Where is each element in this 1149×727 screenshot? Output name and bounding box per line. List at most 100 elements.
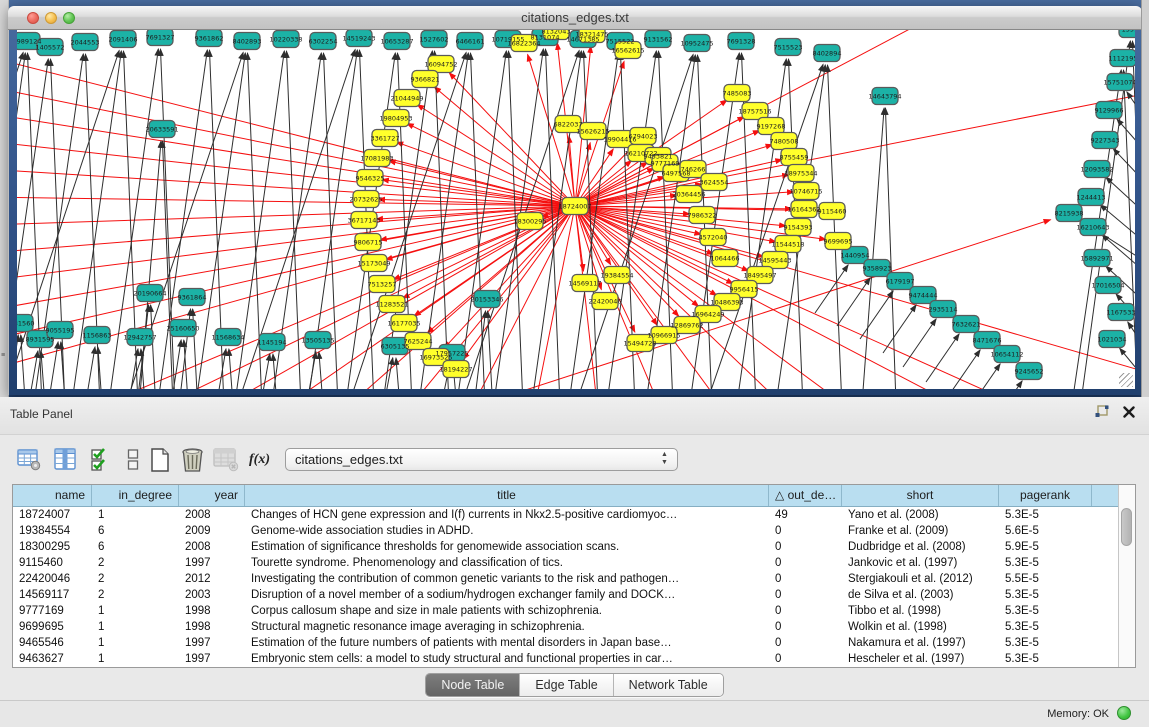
tab-network-table[interactable]: Network Table: [614, 674, 723, 696]
cell-pagerank: 5.3E-5: [999, 587, 1092, 603]
column-header-name[interactable]: name: [13, 485, 92, 506]
cell-year: 2003: [179, 587, 245, 603]
network-edge: [488, 311, 494, 389]
cell-name: 9699695: [13, 619, 92, 635]
function-builder-icon[interactable]: f(x): [246, 446, 273, 473]
node-label: 14595443: [758, 256, 791, 264]
node-label: 9245652: [1015, 367, 1044, 375]
memory-status-icon[interactable]: [1117, 706, 1131, 720]
node-label: 1156863: [83, 331, 112, 339]
network-window: citations_edges.txt 19891241405572204455…: [8, 6, 1142, 395]
network-edge: [1127, 92, 1135, 140]
node-label: 10653287: [380, 37, 413, 45]
network-edge: [319, 352, 325, 389]
column-header-out_degree[interactable]: △ out_de…: [769, 485, 842, 506]
node-label: 4572040: [699, 233, 728, 241]
vertical-scrollbar[interactable]: [1118, 485, 1135, 667]
column-header-short[interactable]: short: [842, 485, 999, 506]
table-row[interactable]: 911546021997Tourette syndrome. Phenomeno…: [13, 555, 1135, 571]
panel-collapse-mark[interactable]: ≡: [1, 352, 6, 359]
cell-in_degree: 2: [92, 555, 179, 571]
node-label: 10966915: [647, 331, 680, 339]
scrollbar-thumb[interactable]: [1121, 508, 1132, 546]
node-label: 7515523: [774, 43, 803, 51]
node-label: 9129966: [1095, 106, 1124, 114]
cell-title: Genome-wide association studies in ADHD.: [245, 523, 769, 539]
cytoscape-app: ≡ citations_edges.txt 198912414055722044…: [0, 0, 1149, 727]
cell-title: Estimation of the future numbers of pati…: [245, 635, 769, 651]
delete-table-icon[interactable]: [179, 446, 206, 473]
select-columns-icon[interactable]: [88, 446, 115, 473]
network-edge: [575, 206, 1135, 376]
table-row[interactable]: 1456911722003Disruption of a novel membe…: [13, 587, 1135, 603]
column-header-in_degree[interactable]: in_degree: [92, 485, 179, 506]
cell-name: 22420046: [13, 571, 92, 587]
node-label: 36717143: [347, 216, 380, 224]
node-label: 3361727: [371, 134, 400, 142]
table-row[interactable]: 1938455462009Genome-wide association stu…: [13, 523, 1135, 539]
table-row[interactable]: 1830029562008Estimation of significance …: [13, 539, 1135, 555]
node-label: 11544518: [771, 240, 804, 248]
cell-short: Jankovic et al. (1997): [842, 555, 999, 571]
close-panel-icon[interactable]: [1123, 406, 1135, 418]
cell-out_degree: 0: [769, 539, 842, 555]
network-edge: [967, 364, 1000, 389]
cell-name: 9463627: [13, 651, 92, 667]
cell-pagerank: 5.3E-5: [999, 603, 1092, 619]
cell-out_degree: 0: [769, 571, 842, 587]
network-edge: [947, 350, 980, 389]
network-edge: [389, 161, 575, 206]
column-header-year[interactable]: year: [179, 485, 245, 506]
cell-name: 18724007: [13, 507, 92, 523]
cell-year: 1997: [179, 555, 245, 571]
node-label: 8215938: [1055, 209, 1084, 217]
table-settings-icon[interactable]: [16, 446, 43, 473]
table-row[interactable]: 946362711997Embryonic stem cells: a mode…: [13, 651, 1135, 667]
node-label: 12942757: [123, 333, 156, 341]
cell-name: 9115460: [13, 555, 92, 571]
table-row[interactable]: 1872400712008Changes of HCN gene express…: [13, 507, 1135, 523]
cell-title: Corpus callosum shape and size in male p…: [245, 603, 769, 619]
tab-node-table[interactable]: Node Table: [426, 674, 520, 696]
cell-out_degree: 0: [769, 555, 842, 571]
float-panel-icon[interactable]: [1095, 405, 1109, 418]
node-label: 18321475: [575, 30, 608, 38]
cell-out_degree: 0: [769, 635, 842, 651]
node-label: 15626215: [576, 127, 609, 135]
cell-pagerank: 5.3E-5: [999, 651, 1092, 667]
network-edge: [444, 206, 575, 348]
node-label: 16973525: [419, 353, 452, 361]
cell-name: 14569117: [13, 587, 92, 603]
node-label: 9777169: [651, 159, 680, 167]
network-window-titlebar[interactable]: citations_edges.txt: [8, 6, 1142, 30]
node-label: 3624554: [700, 178, 729, 186]
tab-edge-table[interactable]: Edge Table: [520, 674, 613, 696]
node-label: 19804953: [379, 114, 412, 122]
column-visibility-icon[interactable]: [52, 446, 79, 473]
node-label: 9361862: [195, 34, 224, 42]
canvas-resize-grip[interactable]: [1119, 373, 1133, 387]
new-table-icon[interactable]: [146, 446, 173, 473]
column-header-title[interactable]: title: [245, 485, 769, 506]
table-row[interactable]: 2242004622012Investigating the contribut…: [13, 571, 1135, 587]
node-label: 15494728: [623, 339, 656, 347]
node-label: 20190664: [133, 289, 166, 297]
table-selector-value: citations_edges.txt: [295, 452, 403, 467]
node-label: 20732625: [349, 195, 382, 203]
node-label: 10486393: [710, 298, 743, 306]
column-header-pagerank[interactable]: pagerank: [999, 485, 1092, 506]
node-label: 16177035: [387, 319, 420, 327]
network-edge: [229, 349, 235, 389]
table-selector-dropdown[interactable]: citations_edges.txt ▲▼: [285, 448, 678, 471]
node-label: 18194227: [439, 365, 472, 373]
node-label: 6794023: [629, 132, 658, 140]
table-row[interactable]: 977716911998Corpus callosum shape and si…: [13, 603, 1135, 619]
row-height-icon[interactable]: [119, 446, 146, 473]
table-row[interactable]: 946554611997Estimation of the future num…: [13, 635, 1135, 651]
node-label: 10220338: [269, 35, 302, 43]
node-label: 1440954: [841, 251, 870, 259]
cell-out_degree: 0: [769, 603, 842, 619]
table-row[interactable]: 969969511998Structural magnetic resonanc…: [13, 619, 1135, 635]
network-canvas[interactable]: 1989124140557220445532091406769132793618…: [17, 30, 1135, 389]
network-graph[interactable]: 1989124140557220445532091406769132793618…: [17, 30, 1135, 389]
